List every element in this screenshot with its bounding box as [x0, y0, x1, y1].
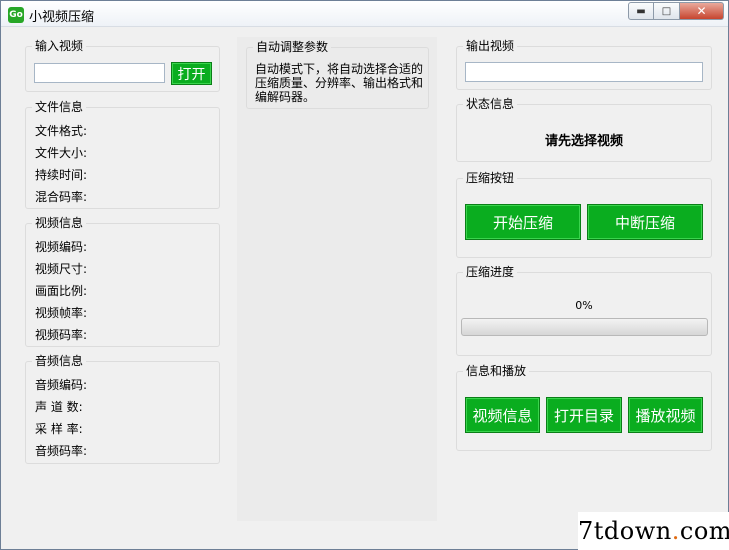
- video-fps-label: 视频帧率:: [35, 306, 88, 320]
- video-info-title: 视频信息: [32, 216, 87, 230]
- audio-channels-label: 声 道 数:: [35, 400, 83, 414]
- output-video-title: 输出视频: [463, 39, 518, 53]
- audio-bitrate-label: 音频码率:: [35, 444, 88, 458]
- play-video-label: 播放视频: [635, 406, 696, 425]
- window-title: 小视频压缩: [29, 10, 95, 25]
- auto-params-panel: [237, 37, 437, 521]
- file-info-group: 文件信息 文件格式: 文件大小: 持续时间: 混合码率:: [25, 100, 220, 209]
- video-info-label: 视频信息: [472, 406, 533, 425]
- auto-params-group: 自动调整参数 自动模式下，将自动选择合适的压缩质量、分辨率、输出格式和编解码器。: [246, 40, 429, 109]
- minimize-button[interactable]: ▬: [628, 2, 654, 20]
- status-group: 状态信息 请先选择视频: [456, 97, 712, 162]
- watermark-dot: .: [671, 517, 680, 545]
- start-compress-button[interactable]: 开始压缩: [465, 204, 581, 240]
- maximize-icon: □: [661, 5, 672, 17]
- file-info-title: 文件信息: [32, 100, 87, 114]
- app-icon: Go: [8, 7, 24, 23]
- file-bitrate-label: 混合码率:: [35, 190, 88, 204]
- video-bitrate-label: 视频码率:: [35, 328, 88, 342]
- watermark-left: 7tdown: [578, 517, 672, 545]
- progress-group: 压缩进度 0%: [456, 265, 712, 356]
- video-codec-label: 视频编码:: [35, 240, 88, 254]
- maximize-button[interactable]: □: [654, 2, 680, 20]
- auto-params-description: 自动模式下，将自动选择合适的压缩质量、分辨率、输出格式和编解码器。: [255, 62, 424, 104]
- open-directory-button[interactable]: 打开目录: [546, 397, 622, 433]
- output-video-group: 输出视频: [456, 39, 712, 90]
- input-video-path-field[interactable]: [34, 63, 165, 83]
- file-format-label: 文件格式:: [35, 124, 88, 138]
- open-file-button[interactable]: 打开: [171, 62, 212, 85]
- app-window: Go 小视频压缩 ▬ □ ✕ 输入视频 打开 文件信息 文件格式: 文件大小: …: [0, 0, 729, 550]
- video-resolution-label: 视频尺寸:: [35, 262, 88, 276]
- info-play-title: 信息和播放: [463, 364, 530, 378]
- close-button[interactable]: ✕: [680, 2, 724, 20]
- auto-params-title: 自动调整参数: [253, 40, 332, 54]
- progress-percent: 0%: [575, 299, 593, 312]
- title-bar[interactable]: Go 小视频压缩 ▬ □ ✕: [1, 1, 728, 27]
- open-directory-label: 打开目录: [553, 406, 614, 425]
- compress-buttons-group: 压缩按钮 开始压缩 中断压缩: [456, 171, 712, 258]
- stop-compress-button[interactable]: 中断压缩: [587, 204, 703, 240]
- compress-buttons-title: 压缩按钮: [463, 171, 518, 185]
- status-message: 请先选择视频: [544, 134, 623, 149]
- audio-codec-label: 音频编码:: [35, 378, 88, 392]
- video-info-group: 视频信息 视频编码: 视频尺寸: 画面比例: 视频帧率: 视频码率:: [25, 216, 220, 347]
- watermark-right: com: [679, 517, 729, 545]
- audio-info-title: 音频信息: [32, 354, 87, 368]
- input-video-group: 输入视频 打开: [25, 39, 220, 92]
- file-size-label: 文件大小:: [35, 146, 88, 160]
- output-video-path-field[interactable]: [465, 62, 703, 82]
- minimize-icon: ▬: [636, 5, 646, 17]
- audio-info-group: 音频信息 音频编码: 声 道 数: 采 样 率: 音频码率:: [25, 354, 220, 464]
- open-file-label: 打开: [177, 66, 206, 83]
- progress-bar: [461, 318, 708, 336]
- progress-title: 压缩进度: [463, 265, 518, 279]
- info-play-group: 信息和播放 视频信息 打开目录 播放视频: [456, 364, 712, 451]
- play-video-button[interactable]: 播放视频: [628, 397, 703, 433]
- input-video-title: 输入视频: [32, 39, 87, 53]
- video-info-button[interactable]: 视频信息: [465, 397, 540, 433]
- close-icon: ✕: [696, 4, 707, 18]
- video-aspect-label: 画面比例:: [35, 284, 88, 298]
- window-controls: ▬ □ ✕: [628, 2, 724, 20]
- start-compress-label: 开始压缩: [492, 213, 553, 232]
- watermark: 7tdown.com: [578, 512, 729, 550]
- status-title: 状态信息: [463, 97, 518, 111]
- file-duration-label: 持续时间:: [35, 168, 88, 182]
- stop-compress-label: 中断压缩: [614, 213, 675, 232]
- audio-samplerate-label: 采 样 率:: [35, 422, 83, 436]
